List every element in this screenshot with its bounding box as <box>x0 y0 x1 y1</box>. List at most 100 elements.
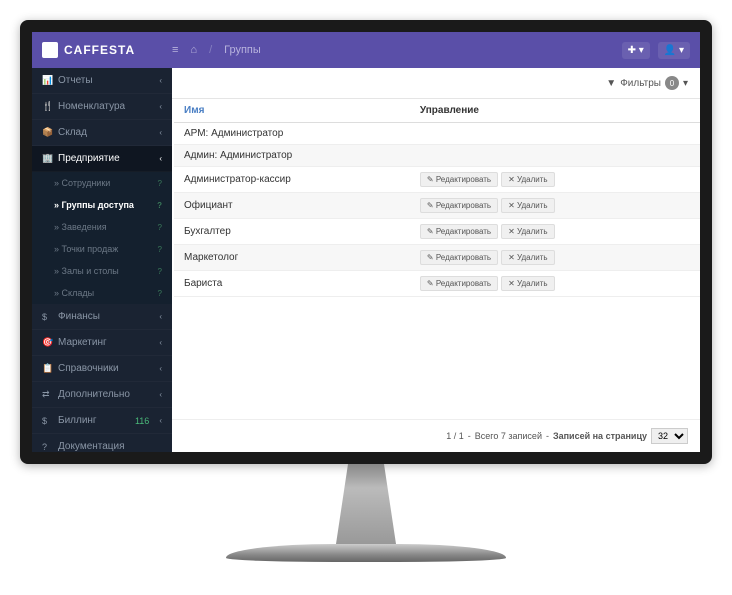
list-icon: 📋 <box>42 363 52 374</box>
sidebar-label: Склад <box>58 127 87 138</box>
sidebar-label: Предприятие <box>58 153 120 164</box>
sidebar-label: Финансы <box>58 311 100 322</box>
column-actions: Управление <box>410 99 700 123</box>
chart-icon: 📊 <box>42 75 52 86</box>
row-actions: ✎ Редактировать✕ Удалить <box>410 271 700 297</box>
user-menu-button[interactable]: 👤 ▾ <box>658 42 690 59</box>
delete-button[interactable]: ✕ Удалить <box>501 224 554 239</box>
sidebar-item-marketing[interactable]: 🎯 Маркетинг ‹ <box>32 330 172 356</box>
sidebar-item-enterprise[interactable]: 🏢 Предприятие ‹ <box>32 146 172 172</box>
filters-button[interactable]: ▼ Фильтры 0 ▾ <box>606 76 688 90</box>
edit-button[interactable]: ✎ Редактировать <box>420 172 498 187</box>
sidebar-item-warehouse[interactable]: 📦 Склад ‹ <box>32 120 172 146</box>
main-content: ▼ Фильтры 0 ▾ Имя Управление АРМ: Админи… <box>172 68 700 452</box>
building-icon: 🏢 <box>42 153 52 164</box>
sidebar-item-billing[interactable]: $ Биллинг 116 ‹ <box>32 408 172 434</box>
help-icon[interactable]: ? <box>158 289 162 298</box>
sidebar-label: Дополнительно <box>58 389 130 400</box>
dollar-icon: $ <box>42 312 52 322</box>
chevron-left-icon: ‹ <box>159 76 162 85</box>
billing-badge: 116 <box>135 416 149 426</box>
breadcrumb-separator: / <box>209 44 212 56</box>
edit-button[interactable]: ✎ Редактировать <box>420 224 498 239</box>
brand-name: CAFFESTA <box>64 43 135 57</box>
table-row: Бухгалтер✎ Редактировать✕ Удалить <box>174 219 700 245</box>
sidebar-label: Отчеты <box>58 75 93 86</box>
cutlery-icon: 🍴 <box>42 101 52 112</box>
chevron-left-icon: ‹ <box>159 390 162 399</box>
logo-icon <box>42 42 58 58</box>
submenu-establishments[interactable]: » Заведения? <box>32 216 172 238</box>
chevron-left-icon: ‹ <box>159 154 162 163</box>
sidebar-item-references[interactable]: 📋 Справочники ‹ <box>32 356 172 382</box>
sidebar-label: Номенклатура <box>58 101 125 112</box>
chevron-left-icon: ‹ <box>159 312 162 321</box>
home-icon[interactable]: ⌂ <box>190 44 197 56</box>
logo: CAFFESTA <box>42 42 172 58</box>
chevron-left-icon: ‹ <box>159 102 162 111</box>
chevron-left-icon: ‹ <box>159 128 162 137</box>
sidebar: 📊 Отчеты ‹ 🍴 Номенклатура ‹ 📦 Склад ‹ 🏢 … <box>32 68 172 452</box>
sidebar-item-nomenclature[interactable]: 🍴 Номенклатура ‹ <box>32 94 172 120</box>
sidebar-label: Маркетинг <box>58 337 107 348</box>
delete-button[interactable]: ✕ Удалить <box>501 276 554 291</box>
breadcrumb-current: Группы <box>224 44 261 56</box>
column-name[interactable]: Имя <box>174 99 410 123</box>
sidebar-item-additional[interactable]: ⇄ Дополнительно ‹ <box>32 382 172 408</box>
page-indicator: 1 / 1 <box>446 431 464 441</box>
row-name: Администратор-кассир <box>174 167 410 193</box>
row-name: Бариста <box>174 271 410 297</box>
table-row: Администратор-кассир✎ Редактировать✕ Уда… <box>174 167 700 193</box>
table-row: Маркетолог✎ Редактировать✕ Удалить <box>174 245 700 271</box>
chevron-left-icon: ‹ <box>159 338 162 347</box>
add-button[interactable]: ✚ ▾ <box>622 42 650 59</box>
submenu-enterprise: » Сотрудники? » Группы доступа? » Заведе… <box>32 172 172 304</box>
edit-button[interactable]: ✎ Редактировать <box>420 198 498 213</box>
access-groups-table: Имя Управление АРМ: АдминистраторАдмин: … <box>174 99 700 297</box>
delete-button[interactable]: ✕ Удалить <box>501 172 554 187</box>
submenu-employees[interactable]: » Сотрудники? <box>32 172 172 194</box>
sidebar-item-docs[interactable]: ? Документация <box>32 434 172 452</box>
question-icon: ? <box>42 442 52 452</box>
row-actions: ✎ Редактировать✕ Удалить <box>410 219 700 245</box>
submenu-access-groups[interactable]: » Группы доступа? <box>32 194 172 216</box>
target-icon: 🎯 <box>42 337 52 348</box>
row-actions <box>410 145 700 167</box>
chevron-down-icon: ▾ <box>683 78 688 89</box>
filters-label: Фильтры <box>620 78 661 89</box>
submenu-sales-points[interactable]: » Точки продаж? <box>32 238 172 260</box>
row-name: Бухгалтер <box>174 219 410 245</box>
row-actions: ✎ Редактировать✕ Удалить <box>410 193 700 219</box>
chevron-left-icon: ‹ <box>159 416 162 425</box>
edit-button[interactable]: ✎ Редактировать <box>420 250 498 265</box>
table-row: Админ: Администратор <box>174 145 700 167</box>
monitor-base <box>226 544 506 562</box>
row-actions: ✎ Редактировать✕ Удалить <box>410 167 700 193</box>
sidebar-item-reports[interactable]: 📊 Отчеты ‹ <box>32 68 172 94</box>
help-icon[interactable]: ? <box>157 201 162 210</box>
help-icon[interactable]: ? <box>158 179 162 188</box>
per-page-select[interactable]: 32 <box>651 428 688 444</box>
delete-button[interactable]: ✕ Удалить <box>501 250 554 265</box>
submenu-halls[interactable]: » Залы и столы? <box>32 260 172 282</box>
swap-icon: ⇄ <box>42 389 52 400</box>
pagination: 1 / 1 - Всего 7 записей - Записей на стр… <box>172 419 700 452</box>
help-icon[interactable]: ? <box>158 245 162 254</box>
menu-toggle-icon[interactable]: ≡ <box>172 44 178 56</box>
app-header: CAFFESTA ≡ ⌂ / Группы ✚ ▾ 👤 ▾ <box>32 32 700 68</box>
filter-icon: ▼ <box>606 78 616 89</box>
row-actions: ✎ Редактировать✕ Удалить <box>410 245 700 271</box>
help-icon[interactable]: ? <box>158 223 162 232</box>
row-name: Официант <box>174 193 410 219</box>
help-icon[interactable]: ? <box>158 267 162 276</box>
delete-button[interactable]: ✕ Удалить <box>501 198 554 213</box>
edit-button[interactable]: ✎ Редактировать <box>420 276 498 291</box>
dollar-icon: $ <box>42 416 52 426</box>
sidebar-item-finance[interactable]: $ Финансы ‹ <box>32 304 172 330</box>
row-name: АРМ: Администратор <box>174 123 410 145</box>
filters-count: 0 <box>665 76 679 90</box>
sidebar-label: Биллинг <box>58 415 97 426</box>
submenu-warehouses[interactable]: » Склады? <box>32 282 172 304</box>
table-row: Бариста✎ Редактировать✕ Удалить <box>174 271 700 297</box>
sidebar-label: Справочники <box>58 363 119 374</box>
